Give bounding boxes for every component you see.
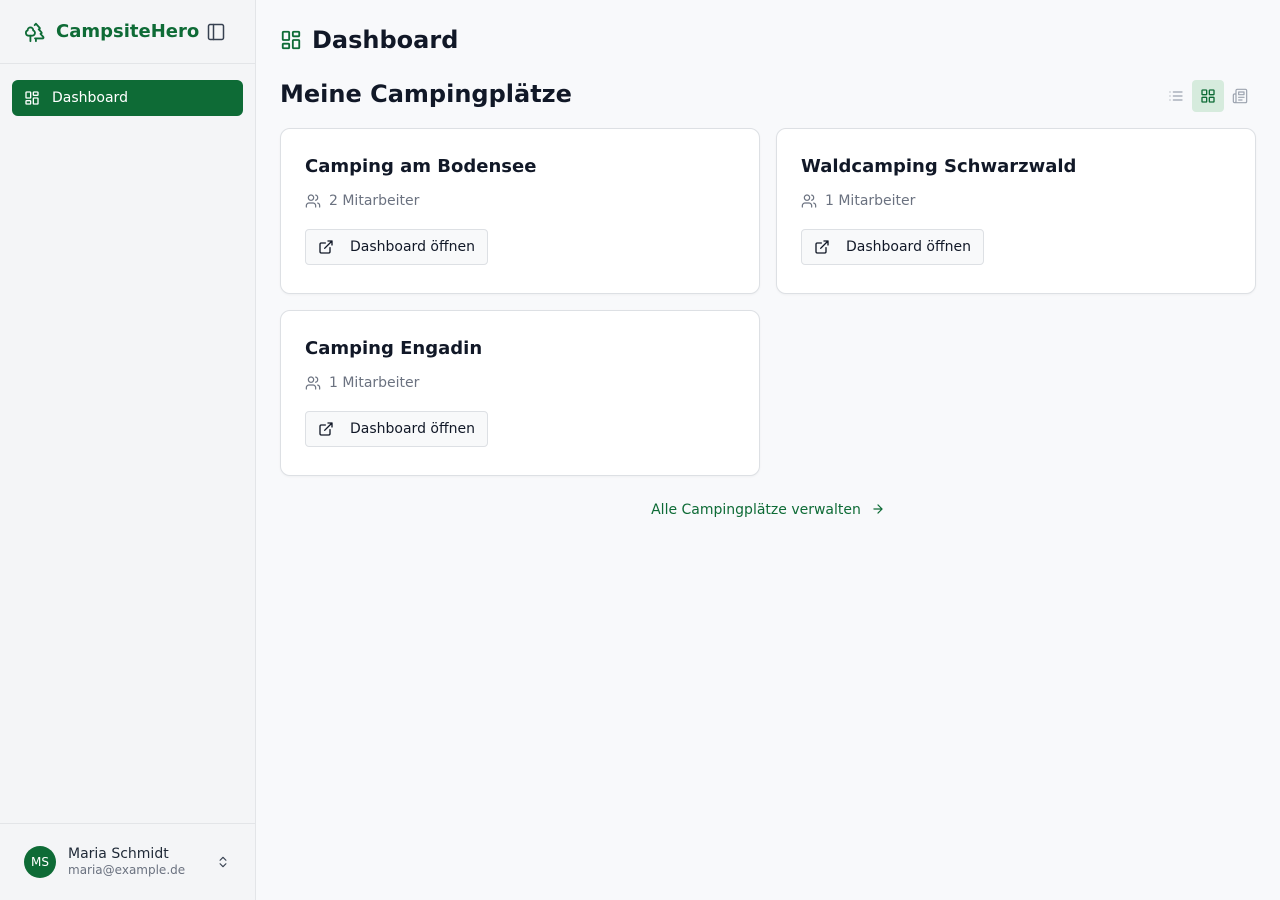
page-title: Dashboard <box>312 26 459 54</box>
staff-count: 1 Mitarbeiter <box>825 193 916 209</box>
users-icon <box>801 194 817 208</box>
campsite-staff: 1 Mitarbeiter <box>801 193 1231 209</box>
open-dashboard-button[interactable]: Dashboard öffnen <box>801 229 984 265</box>
newspaper-icon <box>1232 88 1248 104</box>
view-detail-button[interactable] <box>1224 80 1256 112</box>
sidebar-header: CampsiteHero <box>0 0 255 64</box>
users-icon <box>305 376 321 390</box>
campsite-card: Camping Engadin 1 Mitarbeiter Dashboard … <box>280 310 760 476</box>
sidebar-nav: Dashboard <box>0 64 255 132</box>
view-grid-button[interactable] <box>1192 80 1224 112</box>
open-dashboard-label: Dashboard öffnen <box>350 421 475 437</box>
user-info: Maria Schmidt maria@example.de <box>68 845 185 879</box>
campsite-staff: 1 Mitarbeiter <box>305 375 735 391</box>
user-menu[interactable]: MS Maria Schmidt maria@example.de <box>0 823 255 900</box>
arrow-right-icon <box>873 504 883 514</box>
sidebar-toggle-icon[interactable] <box>206 22 226 42</box>
grid-icon <box>1201 89 1215 103</box>
user-email: maria@example.de <box>68 863 186 878</box>
manage-campsites-link[interactable]: Alle Campingplätze verwalten <box>256 502 1280 518</box>
campsite-card: Waldcamping Schwarzwald 1 Mitarbeiter Da… <box>776 128 1256 294</box>
staff-count: 1 Mitarbeiter <box>329 375 420 391</box>
sidebar-item-dashboard[interactable]: Dashboard <box>12 80 243 116</box>
dashboard-icon <box>25 91 39 105</box>
open-dashboard-label: Dashboard öffnen <box>350 239 475 255</box>
main-content: Dashboard Meine Campingplätze Camping am… <box>256 0 1280 900</box>
brand-name: CampsiteHero <box>56 21 200 42</box>
campsite-grid: Camping am Bodensee 2 Mitarbeiter Dashbo… <box>280 128 1256 476</box>
manage-campsites-label: Alle Campingplätze verwalten <box>651 502 861 518</box>
open-dashboard-button[interactable]: Dashboard öffnen <box>305 411 488 447</box>
external-link-icon <box>319 240 333 254</box>
campsite-name: Camping Engadin <box>305 338 483 359</box>
section-title: Meine Campingplätze <box>280 80 572 108</box>
open-dashboard-label: Dashboard öffnen <box>846 239 971 255</box>
open-dashboard-button[interactable]: Dashboard öffnen <box>305 229 488 265</box>
campsite-name: Waldcamping Schwarzwald <box>801 156 1077 177</box>
trees-logo-icon <box>25 22 45 42</box>
campsite-staff: 2 Mitarbeiter <box>305 193 735 209</box>
list-icon <box>1169 91 1183 101</box>
campsite-name: Camping am Bodensee <box>305 156 537 177</box>
chevrons-up-down-icon <box>219 856 227 868</box>
sidebar: CampsiteHero Dashboard MS Maria Schmidt … <box>0 0 256 900</box>
avatar: MS <box>24 846 56 878</box>
user-name: Maria Schmidt <box>68 846 169 863</box>
view-list-button[interactable] <box>1160 80 1192 112</box>
page-header: Dashboard <box>280 26 458 54</box>
users-icon <box>305 194 321 208</box>
external-link-icon <box>319 422 333 436</box>
staff-count: 2 Mitarbeiter <box>329 193 420 209</box>
dashboard-icon <box>281 30 301 50</box>
sidebar-item-label: Dashboard <box>52 90 128 106</box>
external-link-icon <box>815 240 829 254</box>
view-mode-toggle <box>1160 80 1256 112</box>
campsite-card: Camping am Bodensee 2 Mitarbeiter Dashbo… <box>280 128 760 294</box>
